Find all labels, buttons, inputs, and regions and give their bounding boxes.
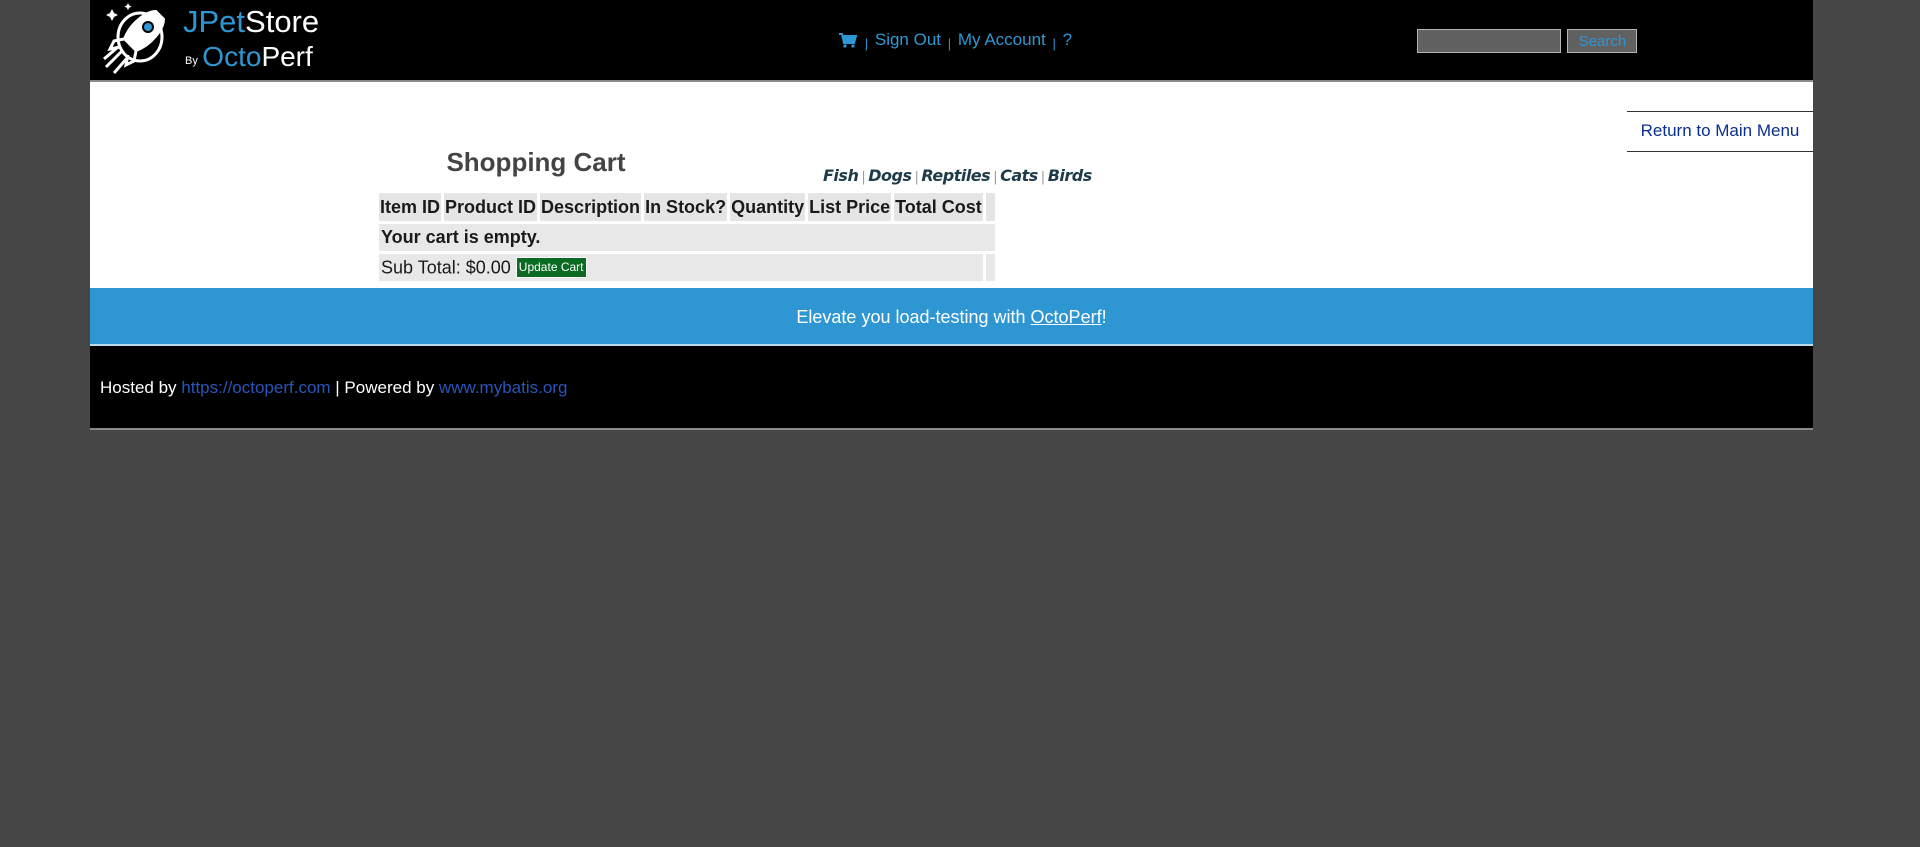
subtotal-cell: Sub Total: $0.00 Update Cart bbox=[379, 254, 983, 281]
logo-by: By bbox=[185, 55, 198, 67]
octoperf-banner-link[interactable]: OctoPerf bbox=[1031, 307, 1102, 327]
column-header-list-price: List Price bbox=[808, 193, 892, 221]
powered-by-label: | Powered by bbox=[330, 378, 439, 397]
table-header-row: Item ID Product ID Description In Stock?… bbox=[379, 193, 995, 221]
quicklink-cats[interactable]: Cats bbox=[1000, 166, 1038, 185]
promo-banner: Elevate you load-testing with OctoPerf! bbox=[90, 288, 1813, 346]
page-container: JPetStore By OctoPerf | Sign Out | My Ac… bbox=[90, 0, 1813, 430]
column-header-product-id: Product ID bbox=[444, 193, 538, 221]
logo-company-part2: Perf bbox=[261, 41, 313, 72]
mybatis-link[interactable]: www.mybatis.org bbox=[439, 378, 567, 397]
quicklink-fish[interactable]: Fish bbox=[823, 166, 859, 185]
rocket-icon bbox=[103, 3, 166, 74]
help-link[interactable]: ? bbox=[1063, 30, 1072, 49]
search-input[interactable] bbox=[1417, 29, 1561, 53]
column-header-in-stock: In Stock? bbox=[644, 193, 728, 221]
jpetstore-logo[interactable]: JPetStore By OctoPerf bbox=[100, 1, 330, 77]
page-title: Shopping Cart bbox=[446, 147, 626, 177]
column-header-description: Description bbox=[540, 193, 642, 221]
shopping-cart-icon[interactable] bbox=[838, 32, 858, 48]
footer-line: Hosted by https://octoperf.com | Powered… bbox=[100, 378, 567, 398]
banner-text-end: ! bbox=[1101, 307, 1107, 327]
category-quicklinks: Fish | Dogs | Reptiles | Cats | Birds bbox=[823, 166, 1092, 185]
blank-cell bbox=[985, 254, 995, 281]
cart-table: Item ID Product ID Description In Stock?… bbox=[376, 190, 998, 284]
column-header-item-id: Item ID bbox=[379, 193, 442, 221]
sign-out-link[interactable]: Sign Out bbox=[875, 30, 941, 49]
quicklink-separator: | bbox=[914, 170, 919, 185]
quicklink-dogs[interactable]: Dogs bbox=[868, 166, 912, 185]
logo-brand-part2: Store bbox=[245, 4, 320, 39]
quicklink-separator: | bbox=[1040, 170, 1045, 185]
quicklink-separator: | bbox=[993, 170, 998, 185]
menu-separator: | bbox=[1052, 36, 1056, 51]
empty-cart-message: Your cart is empty. bbox=[379, 224, 995, 251]
quicklink-separator: | bbox=[861, 170, 866, 185]
my-account-link[interactable]: My Account bbox=[958, 30, 1046, 49]
subtotal-label: Sub Total: $0.00 bbox=[381, 257, 511, 278]
logo-brand: JPetStore bbox=[183, 5, 319, 39]
logo-brand-part1: JPet bbox=[183, 4, 246, 39]
search-form: Search bbox=[1417, 29, 1638, 53]
banner-text: Elevate you load-testing with bbox=[796, 307, 1031, 327]
table-row: Sub Total: $0.00 Update Cart bbox=[379, 254, 995, 281]
menu-separator: | bbox=[947, 36, 952, 51]
header-menu: | Sign Out | My Account | ? bbox=[838, 30, 1072, 51]
menu-separator: | bbox=[864, 36, 869, 51]
search-button[interactable]: Search bbox=[1567, 29, 1638, 53]
main-content: Fish | Dogs | Reptiles | Cats | Birds Return to … bbox=[90, 82, 1813, 288]
header: JPetStore By OctoPerf | Sign Out | My Ac… bbox=[90, 0, 1813, 82]
update-cart-button[interactable]: Update Cart bbox=[515, 256, 587, 278]
quicklink-reptiles[interactable]: Reptiles bbox=[921, 166, 990, 185]
octoperf-link[interactable]: https://octoperf.com bbox=[181, 378, 330, 397]
column-header-quantity: Quantity bbox=[730, 193, 806, 221]
footer: Hosted by https://octoperf.com | Powered… bbox=[90, 346, 1813, 430]
hosted-by-label: Hosted by bbox=[100, 378, 182, 397]
table-row: Your cart is empty. bbox=[379, 224, 995, 251]
column-header-blank bbox=[985, 193, 995, 221]
quicklink-birds[interactable]: Birds bbox=[1048, 166, 1093, 185]
column-header-total-cost: Total Cost bbox=[894, 193, 983, 221]
logo-company: By OctoPerf bbox=[185, 41, 313, 73]
logo-company-part1: Octo bbox=[202, 41, 262, 72]
return-to-main-menu-link[interactable]: Return to Main Menu bbox=[1627, 111, 1813, 152]
